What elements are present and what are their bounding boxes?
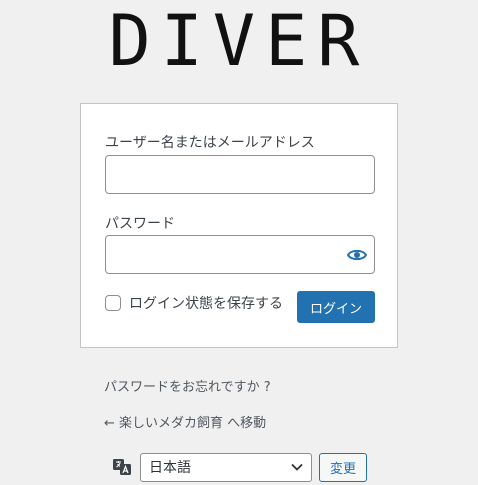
eye-icon[interactable] xyxy=(346,244,368,266)
language-selected: 日本語 xyxy=(149,460,191,476)
chevron-down-icon xyxy=(291,459,303,475)
remember-checkbox[interactable] xyxy=(105,295,121,311)
language-select[interactable]: 日本語 xyxy=(140,452,312,482)
login-form: ユーザー名またはメールアドレス パスワード ログイン状態を保存する ログイン xyxy=(80,103,398,348)
lost-password-link[interactable]: パスワードをお忘れですか ? xyxy=(104,376,271,395)
site-logo[interactable]: DIVER xyxy=(0,2,478,80)
login-page: DIVER ユーザー名またはメールアドレス パスワード ログイン状態を保存する … xyxy=(0,0,478,485)
remember-label: ログイン状態を保存する xyxy=(129,296,283,312)
language-change-button[interactable]: 変更 xyxy=(319,452,367,482)
password-label: パスワード xyxy=(105,216,175,232)
login-button[interactable]: ログイン xyxy=(297,291,375,323)
username-label: ユーザー名またはメールアドレス xyxy=(105,135,315,151)
password-input[interactable] xyxy=(105,235,375,274)
back-to-site-link[interactable]: ← 楽しいメダカ飼育 へ移動 xyxy=(104,412,266,431)
username-input[interactable] xyxy=(105,155,375,194)
translation-icon xyxy=(112,457,132,477)
remember-me[interactable]: ログイン状態を保存する xyxy=(105,293,283,313)
language-switcher: 日本語 変更 xyxy=(112,452,367,482)
